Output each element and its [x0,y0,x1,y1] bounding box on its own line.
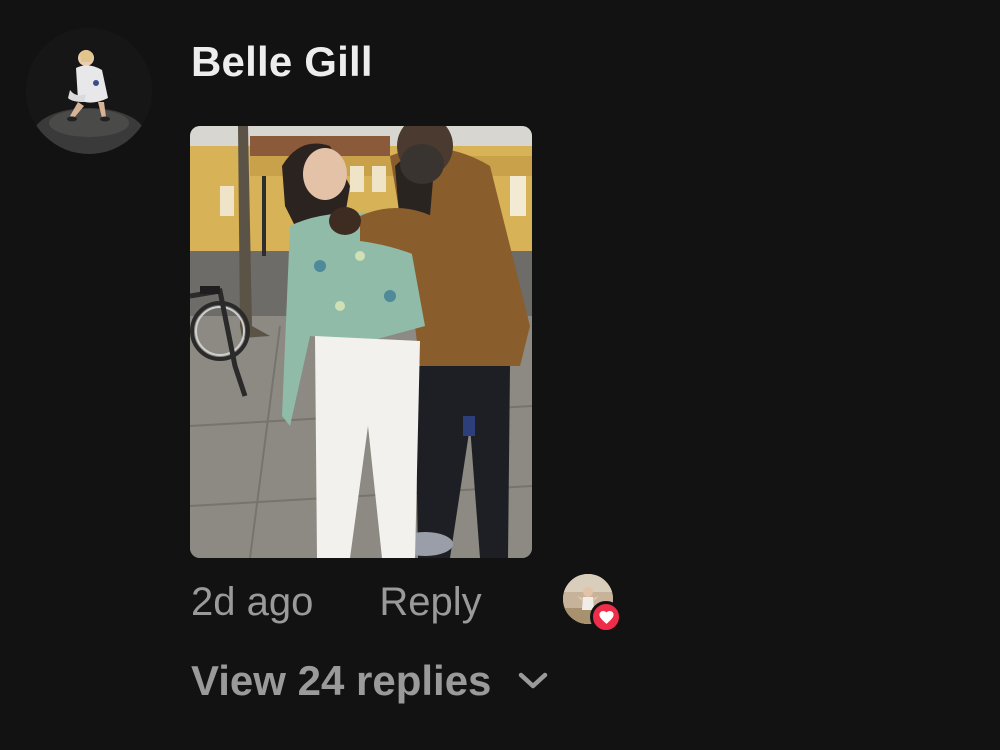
comment-thread: Belle Gill 2d ago Reply View 24 replies [0,0,1000,750]
liked-by-indicator[interactable] [563,574,622,633]
author-name[interactable]: Belle Gill [191,38,373,86]
view-replies-button[interactable]: View 24 replies [191,657,551,705]
chevron-down-icon [515,663,551,699]
heart-icon [598,610,614,624]
comment-photo[interactable] [190,126,532,558]
reply-button[interactable]: Reply [379,580,481,625]
view-replies-label: View 24 replies [191,657,492,704]
heart-badge [590,601,622,633]
profile-photo-icon [26,28,152,154]
comment-meta: 2d ago Reply [191,574,482,630]
comment-timestamp: 2d ago [191,579,314,624]
photo-attachment-icon [190,126,532,558]
author-avatar[interactable] [26,28,152,154]
